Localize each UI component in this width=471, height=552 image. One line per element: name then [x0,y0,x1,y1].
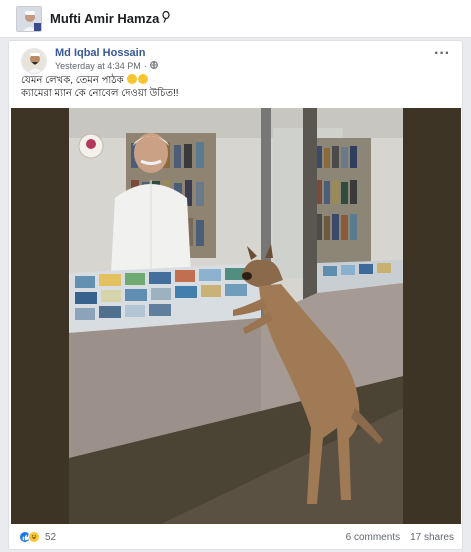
grinning-face-icon [138,74,149,84]
post-text: যেমন লেখক, তেমন পাঠক ক্যামেরা ম্যান কে ন… [21,74,179,100]
page-name[interactable]: Mufti Amir Hamza [50,11,159,26]
post-card: Md Iqbal Hossain Yesterday at 4:34 PM · … [8,40,463,550]
page-avatar[interactable] [16,5,42,32]
reaction-count: 52 [45,531,57,543]
author-avatar[interactable] [21,48,47,74]
page-header: Mufti Amir Hamza [0,0,471,38]
pushpin-icon [161,10,171,28]
post-stats: 52 6 comments 17 shares [19,529,454,545]
globe-icon [149,60,158,72]
post-header: Md Iqbal Hossain Yesterday at 4:34 PM · [21,47,158,74]
shares-link[interactable]: 17 shares [410,532,454,543]
reactions-summary[interactable]: 52 [19,531,56,543]
post-photo[interactable] [11,108,461,524]
author-name[interactable]: Md Iqbal Hossain [55,47,158,60]
ellipsis-icon[interactable]: ··· [434,45,450,63]
post-timestamp[interactable]: Yesterday at 4:34 PM [55,60,141,72]
post-text-line2: ক্যামেরা ম্যান কে নোবেল দেওয়া উচিত!! [21,88,179,99]
post-text-line1: যেমন লেখক, তেমন পাঠক [21,75,124,86]
haha-icon [28,531,40,543]
comments-link[interactable]: 6 comments [346,532,400,543]
grinning-face-icon [127,74,138,84]
